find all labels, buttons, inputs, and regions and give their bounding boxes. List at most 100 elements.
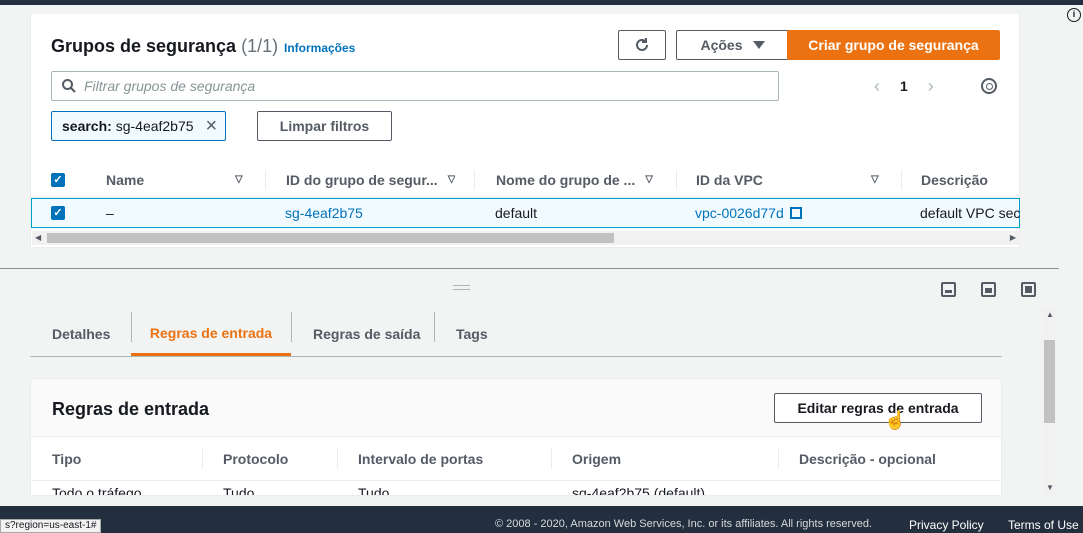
col-description-optional[interactable]: Descrição - opcional: [799, 451, 936, 467]
tab-tags[interactable]: Tags: [456, 312, 488, 356]
refresh-icon: [636, 38, 648, 51]
select-all-cell[interactable]: ✓: [51, 162, 65, 197]
vertical-scrollbar[interactable]: ▲ ▼: [1042, 307, 1057, 495]
split-divider: [0, 268, 1059, 269]
col-vpc-id[interactable]: ID da VPC: [696, 162, 763, 197]
sort-icon: ▽: [447, 174, 456, 185]
tab-divider: [291, 312, 292, 342]
status-url: s?region=us-east-1#: [0, 519, 102, 533]
inbound-rules-panel: Regras de entrada Editar regras de entra…: [30, 378, 1002, 496]
detail-tabs: Detalhes Regras de entrada Regras de saí…: [30, 312, 1002, 357]
page-number[interactable]: 1: [900, 78, 908, 94]
column-divider[interactable]: [901, 170, 902, 190]
security-groups-table: ✓ Name ▽ ID do grupo de segur... ▽ Nome d…: [31, 162, 1020, 228]
column-divider[interactable]: [551, 449, 552, 469]
actions-label: Ações: [700, 37, 743, 53]
table-header: ✓ Name ▽ ID do grupo de segur... ▽ Nome d…: [31, 162, 1020, 198]
search-placeholder: Filtrar grupos de segurança: [84, 78, 256, 94]
col-type[interactable]: Tipo: [52, 451, 81, 467]
info-icon[interactable]: i: [1067, 8, 1081, 22]
vpc-id-link[interactable]: vpc-0026d77d: [695, 205, 784, 221]
tab-divider: [434, 312, 435, 342]
panel-count: (1/1): [241, 36, 279, 56]
col-group-name[interactable]: Nome do grupo de ... ▽: [496, 162, 653, 197]
rule-type: Todo o tráfego: [52, 485, 142, 496]
edit-inbound-rules-button[interactable]: Editar regras de entrada: [774, 393, 982, 423]
layout-split-icon[interactable]: [981, 282, 996, 297]
rules-table-header: Tipo Protocolo Intervalo de portas Orige…: [31, 437, 1001, 481]
rules-header: Regras de entrada Editar regras de entra…: [31, 379, 1001, 437]
drag-handle-icon[interactable]: [453, 285, 470, 290]
col-name-label: Name: [106, 171, 145, 188]
scrollbar-thumb[interactable]: [47, 233, 614, 243]
scrollbar-thumb[interactable]: [1044, 340, 1055, 423]
rule-port-range: Tudo: [358, 485, 390, 496]
security-groups-panel: Grupos de segurança (1/1) Informações Aç…: [30, 14, 1020, 248]
sort-icon[interactable]: ▽: [871, 162, 879, 197]
token-value: sg-4eaf2b75: [115, 118, 194, 134]
rule-source: sg-4eaf2b75 (default): [572, 485, 706, 496]
rule-protocol: Tudo: [223, 485, 255, 496]
row-select-cell[interactable]: ✓: [51, 199, 65, 227]
search-icon: [62, 79, 76, 93]
col-port-range[interactable]: Intervalo de portas: [358, 451, 483, 467]
column-divider[interactable]: [265, 170, 266, 190]
scroll-down-icon[interactable]: ▼: [1046, 483, 1054, 492]
copyright: © 2008 - 2020, Amazon Web Services, Inc.…: [495, 518, 872, 530]
col-source[interactable]: Origem: [572, 451, 621, 467]
prev-page-icon[interactable]: ‹: [874, 76, 880, 97]
sort-icon: ▽: [645, 174, 653, 185]
scroll-up-icon[interactable]: ▲: [1046, 310, 1054, 319]
panel-title: Grupos de segurança (1/1): [51, 36, 278, 57]
col-protocol[interactable]: Protocolo: [223, 451, 288, 467]
col-description[interactable]: Descrição: [921, 162, 988, 197]
gear-icon[interactable]: [981, 78, 997, 94]
create-security-group-button[interactable]: Criar grupo de segurança: [787, 30, 1000, 60]
tab-outbound-rules[interactable]: Regras de saída: [313, 312, 420, 356]
cell-description: default VPC sec: [920, 205, 1021, 221]
column-divider[interactable]: [337, 449, 338, 469]
refresh-button[interactable]: [618, 30, 666, 60]
col-group-name-label: Nome do grupo de ...: [496, 171, 636, 188]
external-link-icon: [789, 207, 802, 219]
scroll-left-icon[interactable]: ◀: [35, 233, 41, 242]
col-group-id[interactable]: ID do grupo de segur... ▽: [286, 162, 455, 197]
panel-title-text: Grupos de segurança: [51, 36, 237, 56]
close-icon[interactable]: ×: [206, 116, 218, 136]
actions-button[interactable]: Ações: [676, 30, 789, 60]
hand-cursor-icon: ☝: [884, 410, 907, 430]
col-group-id-label: ID do grupo de segur...: [286, 171, 438, 188]
checkbox-checked-icon[interactable]: ✓: [51, 172, 65, 187]
layout-bottom-icon[interactable]: [941, 282, 956, 297]
info-link[interactable]: Informações: [284, 41, 355, 55]
col-description-label: Descrição: [921, 171, 988, 188]
cell-group-id[interactable]: sg-4eaf2b75: [285, 199, 363, 227]
column-divider[interactable]: [676, 170, 677, 190]
scroll-right-icon[interactable]: ▶: [1010, 233, 1016, 242]
filter-token: search: sg-4eaf2b75 ×: [51, 111, 226, 141]
cell-name: –: [106, 205, 114, 221]
rules-title: Regras de entrada: [52, 399, 210, 419]
column-divider[interactable]: [202, 449, 203, 469]
privacy-policy-link[interactable]: Privacy Policy: [909, 518, 984, 532]
next-page-icon[interactable]: ›: [928, 76, 934, 97]
layout-controls: [941, 282, 1036, 297]
search-input[interactable]: Filtrar grupos de segurança: [51, 71, 779, 101]
tab-inbound-rules[interactable]: Regras de entrada: [131, 312, 291, 356]
horizontal-scrollbar[interactable]: ◀ ▶: [32, 231, 1020, 245]
cell-vpc-id[interactable]: vpc-0026d77d: [695, 199, 802, 227]
token-key: search:: [62, 118, 112, 134]
layout-full-icon[interactable]: [1021, 282, 1036, 297]
footer: © 2008 - 2020, Amazon Web Services, Inc.…: [0, 506, 1083, 533]
tab-details[interactable]: Detalhes: [52, 312, 110, 356]
col-name[interactable]: Name: [106, 162, 144, 197]
cell-group-name: default: [495, 205, 538, 221]
column-divider[interactable]: [778, 449, 779, 469]
table-row[interactable]: ✓ – sg-4eaf2b75 default vpc-0026d77d def…: [31, 198, 1020, 228]
terms-of-use-link[interactable]: Terms of Use: [1008, 518, 1079, 532]
clear-filters-button[interactable]: Limpar filtros: [257, 111, 392, 141]
checkbox-checked-icon[interactable]: ✓: [51, 206, 65, 220]
sort-icon[interactable]: ▽: [235, 162, 243, 197]
column-divider[interactable]: [474, 170, 475, 190]
caret-down-icon: [752, 41, 765, 49]
